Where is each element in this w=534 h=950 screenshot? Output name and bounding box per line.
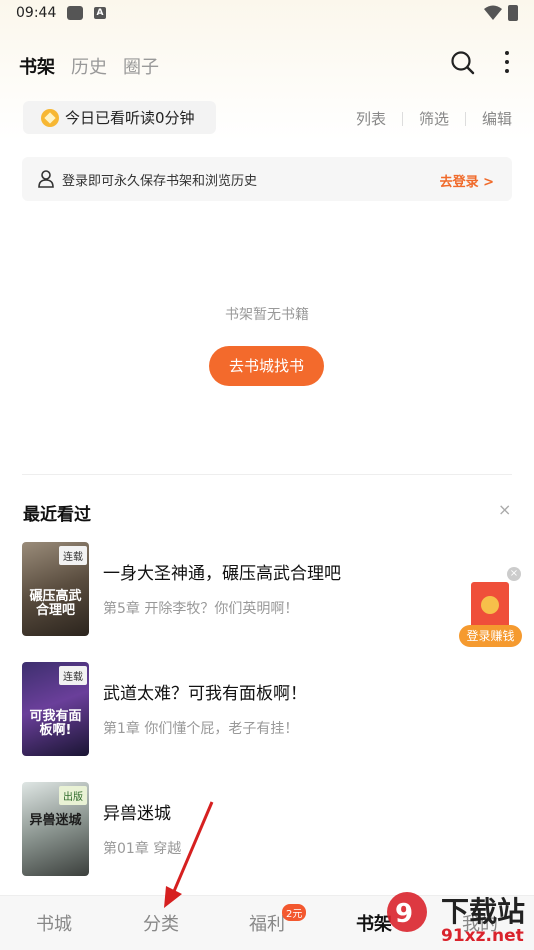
book-cover: 出版 异兽迷城 — [22, 782, 89, 876]
nav-item-bookstore[interactable]: 书城 — [14, 910, 94, 936]
section-divider — [22, 474, 512, 475]
battery-icon — [508, 5, 518, 21]
recent-section-title: 最近看过 — [23, 505, 91, 525]
coin-icon — [41, 108, 59, 127]
cover-title: 可我有面板啊! — [29, 709, 82, 738]
close-icon[interactable]: × — [498, 500, 511, 519]
tab-bookshelf[interactable]: 书架 — [19, 53, 55, 79]
book-title: 武道太难？可我有面板啊！ — [103, 684, 307, 704]
cover-title: 异兽迷城 — [29, 813, 82, 828]
list-item[interactable]: 连载 碾压高武合理吧 一身大圣神通，碾压高武合理吧 第5章 开除李牧？你们英明啊… — [22, 542, 492, 636]
search-icon[interactable] — [450, 50, 476, 76]
a-icon: A — [94, 7, 106, 19]
login-link[interactable]: 去登录 > — [440, 171, 494, 190]
book-title: 一身大圣神通，碾压高武合理吧 — [103, 564, 341, 584]
empty-bookshelf-text: 书架暂无书籍 — [225, 307, 309, 323]
red-packet-label: 登录赚钱 — [459, 625, 522, 647]
user-icon — [38, 170, 54, 188]
watermark-logo-icon: 9 — [387, 892, 427, 932]
status-time: 09:44 — [16, 5, 57, 21]
game-icon — [67, 6, 83, 20]
annotation-arrow — [164, 801, 214, 908]
view-actions: 列表 筛选 编辑 — [356, 108, 512, 129]
cover-title: 碾压高武合理吧 — [29, 589, 82, 618]
book-cover: 连载 可我有面板啊! — [22, 662, 89, 756]
login-prompt-text: 登录即可永久保存书架和浏览历史 — [62, 173, 258, 189]
status-badge: 连载 — [59, 666, 87, 685]
find-book-button[interactable]: 去书城找书 — [209, 346, 324, 386]
list-item[interactable]: 连载 可我有面板啊! 武道太难？可我有面板啊！ 第1章 你们懂个屁，老子有挂！ — [22, 662, 492, 756]
wifi-icon — [484, 5, 502, 20]
tab-circle[interactable]: 圈子 — [123, 53, 159, 79]
divider — [464, 111, 466, 126]
welfare-badge: 2元 — [282, 904, 307, 921]
site-watermark: 9 下载站 91xz.net — [383, 888, 534, 950]
watermark-title: 下载站 — [441, 895, 526, 928]
login-prompt-bar[interactable]: 登录即可永久保存书架和浏览历史 去登录 > — [22, 157, 512, 201]
book-chapter: 第1章 你们懂个屁，老子有挂！ — [103, 721, 299, 737]
nav-item-category[interactable]: 分类 — [121, 910, 201, 936]
header-tabs: 书架 历史 圈子 — [19, 53, 159, 79]
status-bar: 09:44 A — [0, 0, 534, 28]
book-chapter: 第5章 开除李牧？你们英明啊！ — [103, 601, 299, 617]
list-view-button[interactable]: 列表 — [356, 108, 386, 129]
status-badge: 出版 — [59, 786, 87, 805]
tab-history[interactable]: 历史 — [71, 53, 107, 79]
svg-text:9: 9 — [395, 899, 413, 929]
red-packet-icon — [471, 582, 509, 628]
reading-time-pill[interactable]: 今日已看听读0分钟 — [23, 101, 216, 134]
reading-time-text: 今日已看听读0分钟 — [65, 109, 195, 127]
filter-button[interactable]: 筛选 — [419, 108, 449, 129]
book-cover: 连载 碾压高武合理吧 — [22, 542, 89, 636]
status-badge: 连载 — [59, 546, 87, 565]
divider — [401, 111, 403, 126]
edit-button[interactable]: 编辑 — [482, 108, 512, 129]
red-packet-widget[interactable]: × 登录赚钱 — [459, 567, 522, 649]
close-icon[interactable]: × — [507, 567, 521, 581]
list-item[interactable]: 出版 异兽迷城 异兽迷城 第01章 穿越 — [22, 782, 492, 876]
more-icon[interactable] — [503, 51, 511, 73]
watermark-url: 91xz.net — [441, 926, 524, 946]
